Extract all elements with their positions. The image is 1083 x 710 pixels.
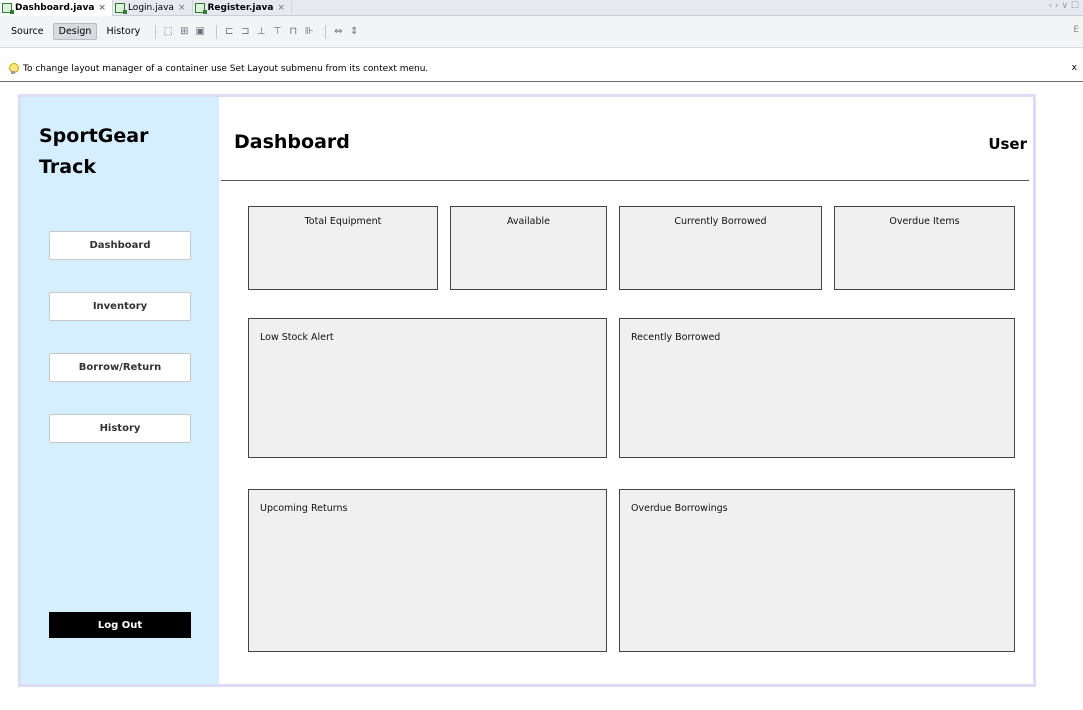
hint-text: To change layout manager of a container … <box>23 63 429 74</box>
currently-borrowed-card[interactable]: Currently Borrowed <box>619 206 822 290</box>
title-divider <box>221 180 1029 181</box>
inventory-button[interactable]: Inventory <box>49 292 191 321</box>
total-equipment-card[interactable]: Total Equipment <box>248 206 438 290</box>
card-title: Total Equipment <box>304 216 382 227</box>
card-title: Available <box>506 216 550 227</box>
brand-title: SportGear Track <box>39 121 148 183</box>
borrow-return-button[interactable]: Borrow/Return <box>49 353 191 382</box>
resize-horizontal-icon[interactable]: ⇔ <box>332 26 344 38</box>
light-bulb-icon <box>8 62 19 75</box>
user-label: User <box>988 135 1027 153</box>
panel-title: Overdue Borrowings <box>631 503 728 514</box>
hint-close-icon[interactable]: x <box>1072 63 1077 73</box>
source-view-tab[interactable]: Source <box>6 24 49 39</box>
close-tab-icon[interactable]: × <box>178 3 186 13</box>
tab-register-java[interactable]: Register.java × <box>193 0 293 16</box>
toolbar-overflow[interactable]: E <box>1073 25 1079 35</box>
align-top-icon[interactable]: ⊤ <box>271 26 283 38</box>
history-button[interactable]: History <box>49 414 191 443</box>
overdue-borrowings-panel[interactable]: Overdue Borrowings <box>619 489 1015 652</box>
brand-line-1: SportGear <box>39 125 149 147</box>
recently-borrowed-panel[interactable]: Recently Borrowed <box>619 318 1015 458</box>
close-tab-icon[interactable]: × <box>278 3 286 13</box>
design-toolbar: Source Design History ⬚ ⊞ ▣ ⊏ ⊐ ⊥ ⊤ ⊓ ⊪ … <box>0 16 1083 48</box>
tab-label: Login.java <box>127 2 174 13</box>
toolbar-separator <box>325 24 327 39</box>
java-form-file-icon <box>114 2 127 14</box>
card-title: Currently Borrowed <box>674 216 767 227</box>
brand-line-2: Track <box>39 156 96 178</box>
page-title: Dashboard <box>234 131 350 153</box>
preview-design-icon[interactable]: ▣ <box>194 26 206 38</box>
dashboard-button[interactable]: Dashboard <box>49 231 191 260</box>
sidebar-panel: SportGear Track Dashboard Inventory Borr… <box>21 97 219 684</box>
available-card[interactable]: Available <box>450 206 607 290</box>
tab-login-java[interactable]: Login.java × <box>113 0 193 16</box>
history-view-tab[interactable]: History <box>101 24 145 39</box>
upcoming-returns-panel[interactable]: Upcoming Returns <box>248 489 607 652</box>
close-tab-icon[interactable]: × <box>98 3 106 13</box>
panel-title: Recently Borrowed <box>631 332 721 343</box>
java-form-file-icon <box>194 2 207 14</box>
align-bottom-icon[interactable]: ⊓ <box>287 26 299 38</box>
log-out-button[interactable]: Log Out <box>49 612 191 638</box>
connection-mode-icon[interactable]: ⊞ <box>178 26 190 38</box>
resize-vertical-icon[interactable]: ⇕ <box>348 26 360 38</box>
tab-dashboard-java[interactable]: Dashboard.java × <box>0 0 113 16</box>
card-title: Overdue Items <box>889 216 960 227</box>
panel-title: Low Stock Alert <box>260 332 334 343</box>
editor-tab-bar: Dashboard.java × Login.java × Register.j… <box>0 0 1083 16</box>
tab-label: Register.java <box>207 2 274 13</box>
center-horizontally-icon[interactable]: ⊥ <box>255 26 267 38</box>
layout-hint-bar: To change layout manager of a container … <box>0 56 1083 82</box>
toolbar-separator <box>216 24 218 39</box>
jframe-design-canvas: SportGear Track Dashboard Inventory Borr… <box>18 94 1036 687</box>
align-right-icon[interactable]: ⊐ <box>239 26 251 38</box>
design-view-tab[interactable]: Design <box>52 23 98 40</box>
align-left-icon[interactable]: ⊏ <box>223 26 235 38</box>
selection-mode-icon[interactable]: ⬚ <box>162 26 174 38</box>
tab-label: Dashboard.java <box>15 2 95 13</box>
low-stock-alert-panel[interactable]: Low Stock Alert <box>248 318 607 458</box>
center-vertically-icon[interactable]: ⊪ <box>303 26 315 38</box>
toolbar-separator <box>155 24 157 39</box>
tab-navigation-icons[interactable]: ‹ › ∨ ☐ <box>1049 1 1079 11</box>
panel-title: Upcoming Returns <box>260 503 348 514</box>
overdue-items-card[interactable]: Overdue Items <box>834 206 1015 290</box>
java-form-file-icon <box>2 2 14 14</box>
